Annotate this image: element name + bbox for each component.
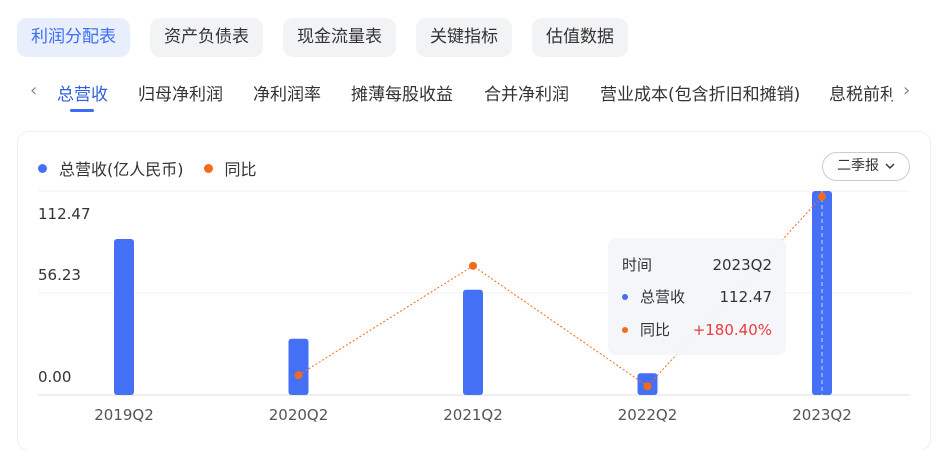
bar-2019Q2 [114, 239, 134, 395]
tooltip-yoy-label: 同比 [640, 321, 671, 339]
x-tick-label: 2019Q2 [94, 406, 154, 424]
yoy-point-2021Q2 [469, 261, 477, 270]
yoy-point-2020Q2 [294, 371, 303, 380]
x-tick-label: 2022Q2 [618, 406, 678, 424]
yoy-point-2023Q2 [818, 192, 826, 201]
tooltip-yoy-value: +180.40% [692, 320, 772, 339]
x-tick-label: 2020Q2 [269, 406, 329, 424]
dot-icon [622, 326, 628, 333]
tooltip-yoy-row: 同比 +180.40% [622, 319, 772, 340]
chart-tooltip: 时间 2023Q2 总营收 112.47 同比 +180.40% [608, 238, 786, 355]
y-tick-label: 56.23 [38, 266, 81, 284]
y-tick-label: 0.00 [38, 368, 71, 386]
revenue-chart: 112.47 56.23 0.00 2019Q2 2020Q2 2021Q2 2022Q2 2… [38, 190, 910, 424]
x-tick-label: 2021Q2 [443, 406, 503, 424]
tooltip-time-value: 2023Q2 [712, 255, 772, 274]
bar-2020Q2 [288, 338, 309, 395]
bar-2021Q2 [463, 289, 483, 395]
x-tick-label: 2023Q2 [792, 406, 852, 424]
y-tick-label: 112.47 [38, 205, 91, 223]
tooltip-revenue-row: 总营收 112.47 [622, 286, 772, 307]
tooltip-revenue-value: 112.47 [719, 287, 773, 306]
yoy-point-2022Q2 [643, 382, 652, 391]
tooltip-time-row: 时间 2023Q2 [622, 254, 772, 275]
tooltip-revenue-label: 总营收 [640, 288, 686, 306]
tooltip-time-label: 时间 [622, 256, 653, 274]
dot-icon [622, 293, 628, 300]
